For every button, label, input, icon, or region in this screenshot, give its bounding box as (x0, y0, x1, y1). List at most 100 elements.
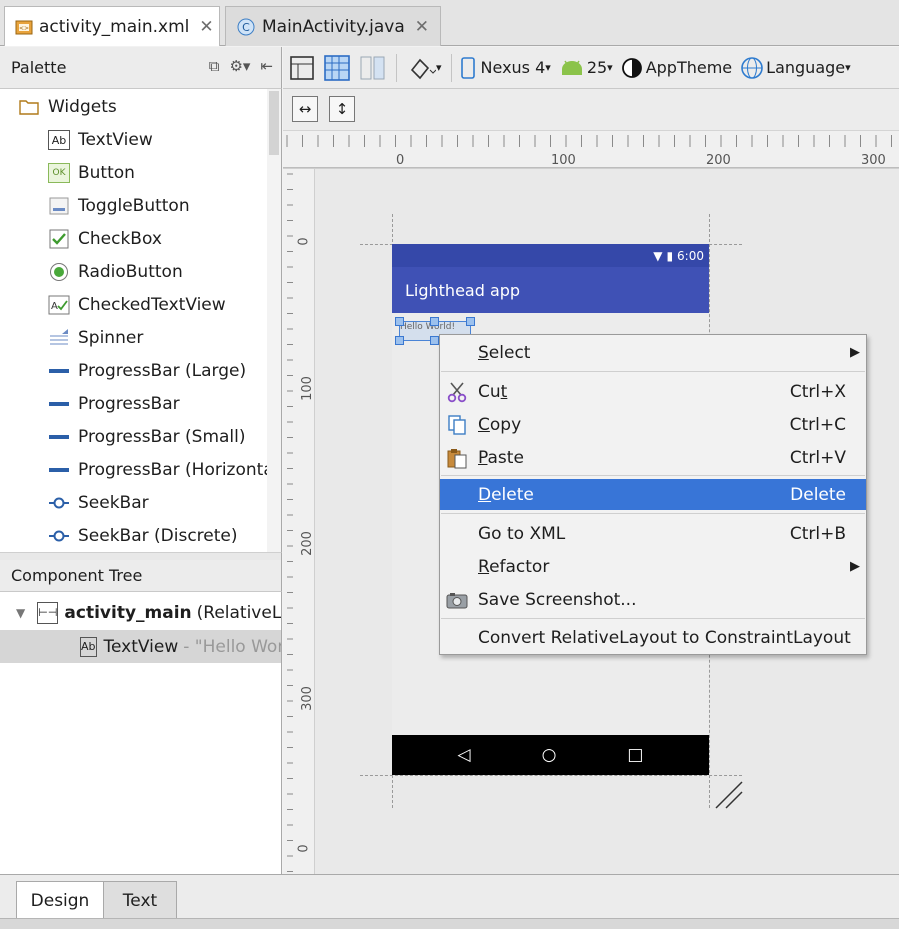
palette-item-progressbar-large[interactable]: ProgressBar (Large) (48, 355, 281, 387)
device-nav-bar: ◁ ○ □ (392, 735, 709, 775)
palette-item-button[interactable]: OK Button (48, 157, 281, 189)
textview-icon: Ab (48, 130, 70, 150)
resize-toolbar: ↔ ↕ (283, 89, 899, 131)
wifi-icon: ▼ (653, 248, 663, 263)
design-view-icon[interactable] (283, 52, 319, 84)
close-tab-icon[interactable]: ✕ (199, 17, 213, 37)
ruler-label: 100 (299, 376, 315, 401)
checkedtextview-icon: A (48, 295, 70, 315)
menu-item-delete[interactable]: Delete Delete (440, 479, 866, 510)
progressbar-icon (48, 427, 70, 447)
panel-splitter[interactable] (0, 552, 282, 560)
restore-icon[interactable]: ⧉ (209, 57, 220, 75)
palette-item-radiobutton[interactable]: RadioButton (48, 256, 281, 288)
hide-panel-icon[interactable]: ⇤ (260, 57, 273, 75)
ruler-label: 0 (296, 237, 312, 246)
submenu-arrow-icon: ▶ (850, 559, 860, 574)
menu-separator (441, 513, 865, 514)
submenu-arrow-icon: ▶ (850, 345, 860, 360)
copy-icon (446, 414, 468, 436)
editor-tab-bar: <> activity_main.xml ✕ C MainActivity.ja… (0, 0, 899, 46)
svg-text:A: A (51, 301, 58, 312)
camera-icon (446, 589, 468, 611)
component-tree: ▼ ⊢⊣ activity_main (RelativeLayout) Ab T… (0, 592, 282, 875)
ruler-label: 0 (296, 844, 312, 853)
vertical-ruler: 0 100 200 300 0 (283, 169, 315, 874)
menu-item-select[interactable]: Select ▶ (440, 337, 866, 368)
phone-icon (460, 56, 475, 79)
blueprint-view-icon[interactable] (319, 52, 355, 84)
menu-separator (441, 475, 865, 476)
globe-icon (741, 56, 763, 79)
tab-activity-main-xml[interactable]: <> activity_main.xml ✕ (4, 6, 220, 46)
palette-item-seekbar[interactable]: SeekBar (48, 487, 281, 519)
expand-triangle-icon[interactable]: ▼ (16, 606, 25, 620)
palette-item-togglebutton[interactable]: ToggleButton (48, 190, 281, 222)
device-status-bar: ▼ ▮ 6:00 (392, 244, 709, 267)
tree-node-textview[interactable]: Ab TextView - "Hello World!" (0, 630, 281, 663)
device-app-bar[interactable]: Lighthead app (392, 267, 709, 313)
status-strip (0, 918, 899, 929)
palette-item-progressbar-small[interactable]: ProgressBar (Small) (48, 421, 281, 453)
palette-item-spinner[interactable]: Spinner (48, 322, 281, 354)
palette-list: Widgets Ab TextView OK Button ToggleButt… (0, 89, 282, 552)
checkbox-icon (48, 229, 70, 249)
ruler-label: 200 (299, 531, 315, 556)
scissors-icon (446, 381, 468, 403)
close-tab-icon[interactable]: ✕ (415, 17, 429, 37)
component-tree-header: Component Tree (0, 560, 282, 592)
context-menu: Select ▶ Cut Ctrl+X Copy Ctrl+C Paste Ct… (439, 334, 867, 655)
both-views-icon[interactable] (355, 52, 391, 84)
palette-item-progressbar[interactable]: ProgressBar (48, 388, 281, 420)
palette-scrollbar[interactable] (267, 89, 281, 552)
api-level-selector[interactable]: 25 ▾ (555, 52, 617, 84)
palette-item-seekbar-discrete[interactable]: SeekBar (Discrete) (48, 520, 281, 552)
menu-item-copy[interactable]: Copy Ctrl+C (440, 409, 866, 440)
theme-selector[interactable]: AppTheme (617, 52, 736, 84)
ruler-label: 200 (706, 153, 731, 168)
home-icon: ○ (541, 745, 557, 765)
expand-horizontal-icon[interactable]: ↔ (292, 96, 318, 122)
palette-category-widgets[interactable]: Widgets (18, 91, 281, 123)
selection-handle[interactable] (430, 317, 439, 326)
menu-item-go-to-xml[interactable]: Go to XML Ctrl+B (440, 518, 866, 549)
selection-handle[interactable] (466, 317, 475, 326)
gear-icon[interactable]: ⚙▾ (229, 57, 250, 75)
resize-handle-icon[interactable] (712, 778, 746, 812)
tab-text[interactable]: Text (103, 881, 177, 919)
language-selector[interactable]: Language ▾ (736, 52, 855, 84)
palette-title: Palette (11, 58, 67, 77)
selection-handle[interactable] (395, 336, 404, 345)
progressbar-icon (48, 361, 70, 381)
tree-node-activity-main[interactable]: ▼ ⊢⊣ activity_main (RelativeLayout) (0, 596, 281, 629)
spinner-icon (48, 328, 70, 348)
battery-icon: ▮ (666, 248, 674, 263)
menu-item-save-screenshot[interactable]: Save Screenshot... (440, 584, 866, 615)
menu-item-refactor[interactable]: Refactor ▶ (440, 551, 866, 582)
selection-handle[interactable] (430, 336, 439, 345)
status-time: 6:00 (677, 248, 704, 263)
palette-header: Palette ⧉ ⚙▾ ⇤ (0, 47, 282, 89)
progressbar-icon (48, 460, 70, 480)
menu-item-cut[interactable]: Cut Ctrl+X (440, 376, 866, 407)
palette-item-progressbar-horizontal[interactable]: ProgressBar (Horizontal) (48, 454, 281, 486)
horizontal-ruler: 0 100 200 300 (283, 131, 899, 169)
selection-handle[interactable] (395, 317, 404, 326)
button-icon: OK (48, 163, 70, 183)
ruler-label: 0 (396, 153, 405, 168)
menu-item-convert-constraintlayout[interactable]: Convert RelativeLayout to ConstraintLayo… (440, 622, 866, 653)
palette-item-checkbox[interactable]: CheckBox (48, 223, 281, 255)
ruler-label: 100 (551, 153, 576, 168)
tab-mainactivity-java[interactable]: C MainActivity.java ✕ (225, 6, 441, 46)
menu-item-paste[interactable]: Paste Ctrl+V (440, 442, 866, 473)
scrollbar-thumb[interactable] (269, 91, 279, 155)
tab-label: activity_main.xml (39, 16, 190, 37)
palette-item-textview[interactable]: Ab TextView (48, 124, 281, 156)
expand-vertical-icon[interactable]: ↕ (329, 96, 355, 122)
tab-design[interactable]: Design (16, 881, 104, 919)
device-selector[interactable]: Nexus 4 ▾ (457, 52, 555, 84)
recents-icon: □ (627, 745, 644, 765)
app-title: Lighthead app (405, 280, 521, 300)
orientation-icon[interactable]: ▾ (402, 52, 446, 84)
palette-item-checkedtextview[interactable]: A CheckedTextView (48, 289, 281, 321)
